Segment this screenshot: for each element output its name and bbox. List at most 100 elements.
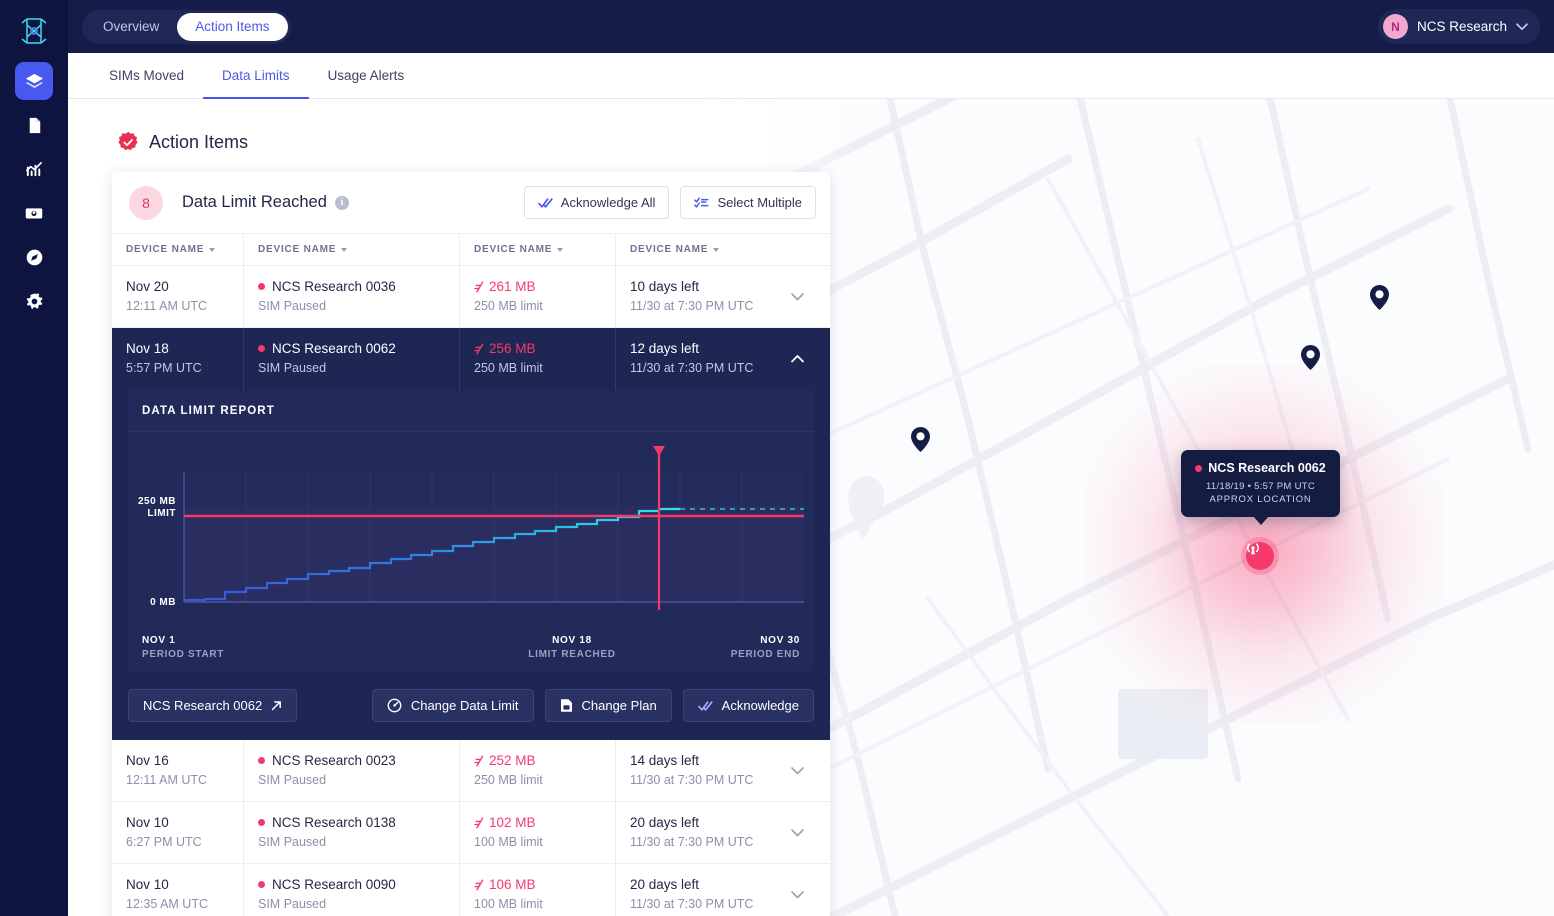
- row-device-name: NCS Research 0023: [272, 753, 396, 768]
- tab-usage-alerts[interactable]: Usage Alerts: [309, 53, 424, 98]
- row-usage: 102 MB: [474, 814, 615, 831]
- table-row-expanded[interactable]: Nov 18 5:57 PM UTC NCS Research 0062 SIM…: [112, 328, 830, 390]
- billing-card-icon: [25, 208, 43, 219]
- row-device: NCS Research 0090: [258, 876, 459, 893]
- chart-line-icon: [25, 161, 42, 176]
- column-header-date[interactable]: DEVICE NAME: [112, 234, 243, 265]
- row-time: 12:11 AM UTC: [126, 299, 208, 313]
- chevron-down-icon[interactable]: [791, 766, 804, 775]
- acknowledge-button[interactable]: Acknowledge: [682, 689, 814, 722]
- table-row[interactable]: Nov 16 12:11 AM UTC NCS Research 0023 SI…: [112, 740, 830, 802]
- cell-date: Nov 20 12:11 AM UTC: [112, 266, 243, 327]
- row-date: Nov 10: [126, 815, 169, 830]
- row-usage: 252 MB: [474, 752, 615, 769]
- row-device-name: NCS Research 0062: [272, 341, 396, 356]
- sidebar-item-explore[interactable]: [15, 238, 53, 276]
- data-limit-report: DATA LIMIT REPORT 250 MB LIMIT 0 MB NOV …: [128, 390, 814, 672]
- tab-sims-moved[interactable]: SIMs Moved: [90, 53, 203, 98]
- row-date: Nov 18: [126, 341, 169, 356]
- page-title-text: Action Items: [149, 132, 249, 152]
- status-dot-icon: [258, 819, 265, 826]
- table-row[interactable]: Nov 10 12:35 AM UTC NCS Research 0090 SI…: [112, 864, 830, 916]
- row-reset: 11/30 at 7:30 PM UTC: [630, 299, 754, 313]
- chevron-down-icon[interactable]: [791, 292, 804, 301]
- sidebar-item-billing[interactable]: [15, 194, 53, 232]
- caret-down-icon: [341, 247, 348, 252]
- compass-icon: [26, 249, 42, 265]
- usage-spike-icon: [474, 755, 484, 766]
- card-title: Data Limit Reached i: [182, 193, 349, 212]
- row-device-name: NCS Research 0036: [272, 279, 396, 294]
- svg-text:250 MB: 250 MB: [138, 496, 176, 507]
- segment-action-items[interactable]: Action Items: [177, 12, 288, 41]
- column-header-reset[interactable]: DEVICE NAME: [615, 234, 830, 265]
- chevron-down-icon[interactable]: [791, 890, 804, 899]
- row-time: 12:35 AM UTC: [126, 897, 208, 911]
- active-device-marker[interactable]: [1246, 542, 1274, 570]
- row-device: NCS Research 0138: [258, 814, 459, 831]
- row-date: Nov 10: [126, 877, 169, 892]
- column-header-label: DEVICE NAME: [126, 244, 205, 255]
- status-dot-icon: [258, 283, 265, 290]
- chevron-down-icon: [1516, 22, 1528, 30]
- usage-chart: 250 MB LIMIT 0 MB: [128, 432, 814, 635]
- device-marker-pin[interactable]: [911, 427, 930, 452]
- expanded-detail-panel: DATA LIMIT REPORT 250 MB LIMIT 0 MB NOV …: [112, 390, 830, 740]
- column-header-label: DEVICE NAME: [258, 244, 337, 255]
- cell-device: NCS Research 0090 SIM Paused: [243, 864, 459, 916]
- status-dot-icon: [258, 881, 265, 888]
- caret-down-icon: [209, 247, 216, 252]
- row-limit: 100 MB limit: [474, 835, 543, 849]
- row-limit: 100 MB limit: [474, 897, 543, 911]
- row-time: 6:27 PM UTC: [126, 835, 202, 849]
- data-limit-card: 8 Data Limit Reached i Acknowledge All S…: [112, 172, 830, 916]
- device-marker-pin[interactable]: [1301, 345, 1320, 370]
- app-logo[interactable]: [14, 10, 54, 52]
- sidebar-item-usage[interactable]: [15, 150, 53, 188]
- acknowledge-all-button[interactable]: Acknowledge All: [523, 186, 670, 219]
- card-header: 8 Data Limit Reached i Acknowledge All S…: [112, 172, 830, 233]
- usage-spike-icon: [474, 817, 484, 828]
- chart-xtick-sublabel: LIMIT REACHED: [528, 649, 616, 660]
- table-row[interactable]: Nov 20 12:11 AM UTC NCS Research 0036 SI…: [112, 266, 830, 328]
- info-icon[interactable]: i: [334, 195, 349, 210]
- chevron-down-icon[interactable]: [791, 828, 804, 837]
- avatar: N: [1382, 14, 1408, 39]
- device-marker-pin[interactable]: [1370, 285, 1389, 310]
- chevron-up-icon[interactable]: [791, 355, 804, 363]
- tab-data-limits[interactable]: Data Limits: [203, 53, 309, 99]
- account-selector[interactable]: N NCS Research: [1377, 9, 1540, 44]
- map-tooltip-timestamp: 11/18/19 • 5:57 PM UTC: [1205, 481, 1316, 492]
- row-usage: 256 MB: [474, 340, 615, 357]
- status-dot-icon: [258, 345, 265, 352]
- open-device-button[interactable]: NCS Research 0062: [128, 689, 298, 722]
- row-date: Nov 20: [126, 279, 169, 294]
- change-data-limit-button[interactable]: Change Data Limit: [371, 689, 534, 722]
- layers-icon: [25, 73, 43, 88]
- account-name: NCS Research: [1416, 19, 1507, 34]
- segment-overview[interactable]: Overview: [85, 13, 177, 41]
- map-tooltip-device: NCS Research 0062: [1208, 461, 1326, 475]
- map-tooltip-accuracy: APPROX LOCATION: [1209, 494, 1312, 505]
- table-row[interactable]: Nov 10 6:27 PM UTC NCS Research 0138 SIM…: [112, 802, 830, 864]
- column-header-usage[interactable]: DEVICE NAME: [459, 234, 615, 265]
- sidebar-item-reports[interactable]: [15, 106, 53, 144]
- cell-device: NCS Research 0036 SIM Paused: [243, 266, 459, 327]
- select-multiple-button[interactable]: Select Multiple: [680, 186, 816, 219]
- cell-usage: 106 MB 100 MB limit: [459, 864, 615, 916]
- chart-xtick-label: NOV 1: [142, 635, 176, 646]
- cell-usage: 261 MB 250 MB limit: [459, 266, 615, 327]
- expanded-panel-actions: NCS Research 0062 Change Data Limit Chan…: [128, 689, 814, 722]
- chart-xtick-sublabel: PERIOD END: [730, 649, 800, 660]
- row-reset: 11/30 at 7:30 PM UTC: [630, 835, 754, 849]
- column-header-device[interactable]: DEVICE NAME: [243, 234, 459, 265]
- chart-xtick-sublabel: PERIOD START: [142, 649, 225, 660]
- sidebar-item-devices[interactable]: [15, 62, 53, 100]
- row-device-name: NCS Research 0138: [272, 815, 396, 830]
- document-icon: [29, 117, 40, 133]
- external-link-icon: [271, 701, 282, 711]
- change-plan-button[interactable]: Change Plan: [544, 689, 672, 722]
- open-device-label: NCS Research 0062: [143, 698, 263, 713]
- sidebar-item-settings[interactable]: [15, 282, 53, 320]
- chart-xtick-end: NOV 30 PERIOD END: [662, 635, 800, 660]
